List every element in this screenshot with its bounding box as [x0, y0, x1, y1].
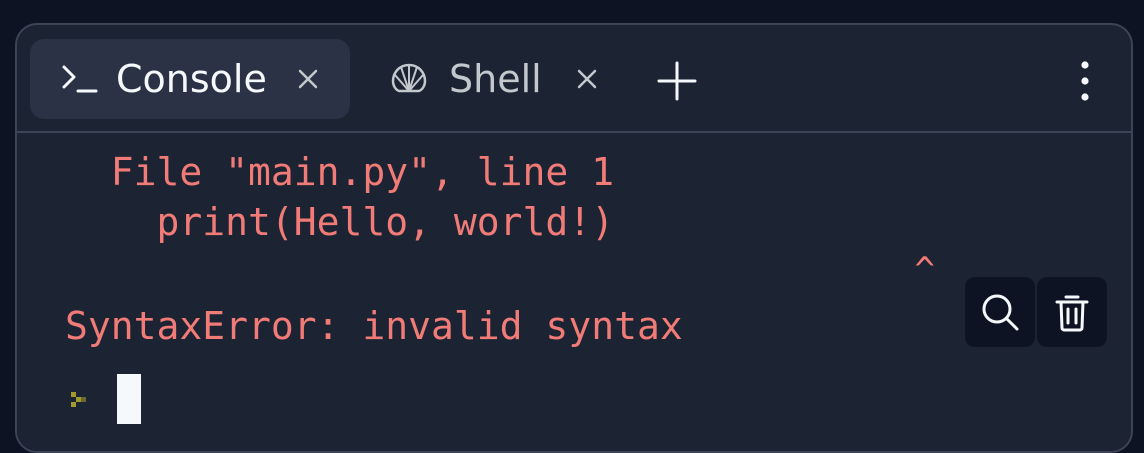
- search-icon: [982, 294, 1019, 331]
- console-panel: Console Shell File "main.py", line 1 pri…: [15, 23, 1133, 453]
- console-output[interactable]: File "main.py", line 1 print(Hello, worl…: [65, 147, 1065, 451]
- error-caret: ^: [587, 250, 935, 290]
- output-line: print(Hello, world!): [65, 200, 615, 244]
- tab-console[interactable]: Console: [30, 39, 350, 119]
- add-tab-icon[interactable]: [655, 59, 699, 103]
- shell-icon: [391, 63, 427, 93]
- clear-console-button[interactable]: [1037, 277, 1107, 347]
- tab-bar: Console Shell: [17, 25, 1131, 133]
- trash-icon: [1055, 295, 1089, 332]
- search-button[interactable]: [965, 277, 1035, 347]
- tab-shell-close-icon[interactable]: [573, 65, 601, 93]
- tab-shell[interactable]: Shell: [377, 39, 617, 119]
- more-options-icon[interactable]: [1065, 57, 1105, 105]
- input-cursor[interactable]: [117, 374, 141, 424]
- tab-console-label: Console: [116, 57, 267, 101]
- error-message: SyntaxError: invalid syntax: [65, 304, 683, 348]
- console-gutter: [17, 133, 65, 451]
- tab-shell-label: Shell: [449, 57, 542, 101]
- output-line: File "main.py", line 1: [65, 150, 615, 194]
- console-output-area[interactable]: File "main.py", line 1 print(Hello, worl…: [17, 133, 1131, 451]
- prompt-chevron-icon: [71, 392, 86, 407]
- tab-console-close-icon[interactable]: [294, 65, 322, 93]
- terminal-prompt-icon: [62, 65, 98, 93]
